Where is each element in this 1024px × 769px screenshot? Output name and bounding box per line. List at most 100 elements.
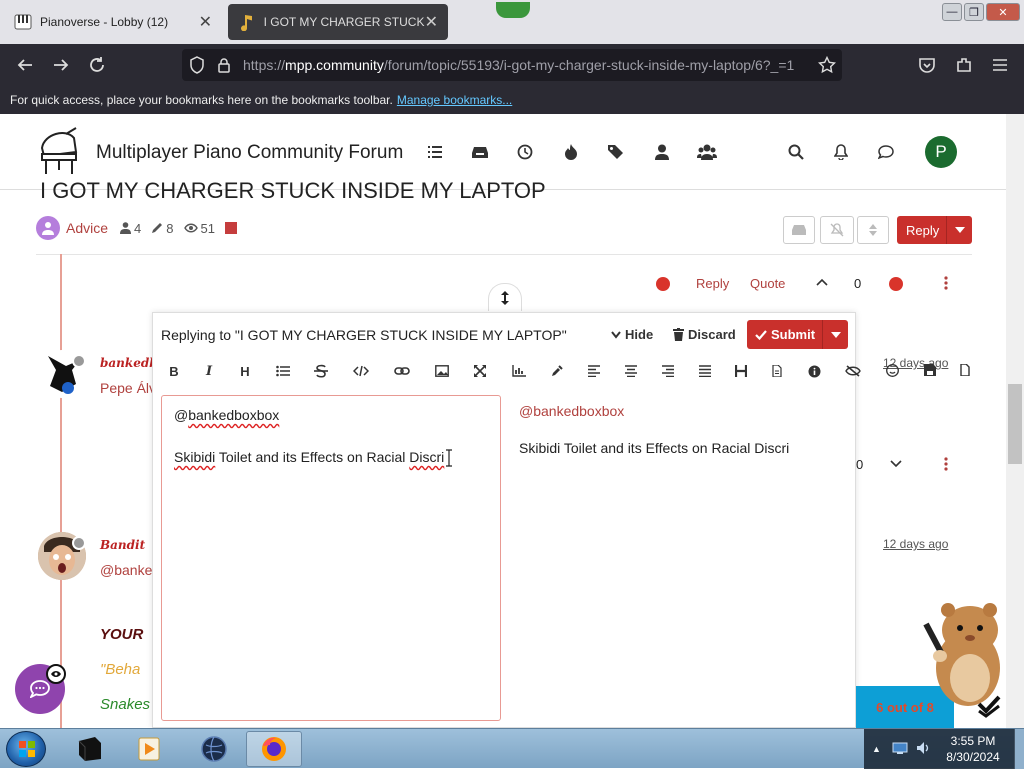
bold-button[interactable]: B: [164, 361, 184, 381]
url-bar[interactable]: https://mpp.community/forum/topic/55193/…: [182, 49, 842, 81]
show-desktop-button[interactable]: [1014, 729, 1024, 769]
link-icon[interactable]: [392, 361, 412, 381]
close-icon[interactable]: ✕: [425, 12, 438, 32]
extensions-icon[interactable]: [951, 52, 977, 78]
italic-button[interactable]: I: [199, 361, 219, 381]
heading-button[interactable]: H: [235, 361, 255, 381]
eyedropper-icon[interactable]: [547, 361, 567, 381]
forward-arrow-icon[interactable]: [48, 52, 74, 78]
media-player-icon[interactable]: [122, 731, 178, 767]
align-right-icon[interactable]: [658, 361, 678, 381]
eye-slash-icon[interactable]: [843, 361, 863, 381]
code-icon[interactable]: [351, 361, 371, 381]
chevron-down-icon[interactable]: [890, 460, 902, 468]
list-icon[interactable]: [425, 142, 445, 162]
post-username[interactable]: Bandit: [100, 538, 145, 552]
document-icon[interactable]: [960, 364, 970, 376]
tab-pianoverse[interactable]: Pianoverse - Lobby (12) ✕: [4, 4, 222, 40]
network-icon[interactable]: [892, 741, 908, 755]
terminal-app-icon[interactable]: [62, 731, 118, 767]
sort-button[interactable]: [857, 216, 889, 244]
editor-line: Skibidi Toilet and its Effects on Racial…: [174, 447, 488, 468]
submit-button[interactable]: Submit: [747, 320, 848, 349]
downvote-icon[interactable]: [889, 277, 903, 291]
close-icon[interactable]: ✕: [199, 12, 212, 32]
system-clock[interactable]: 3:55 PM 8/30/2024: [930, 733, 1016, 765]
menu-icon[interactable]: [987, 52, 1013, 78]
align-left-icon[interactable]: [584, 361, 604, 381]
bell-icon[interactable]: [831, 142, 851, 162]
users-icon[interactable]: [697, 142, 717, 162]
post-username[interactable]: bankedb: [100, 356, 158, 370]
save-icon[interactable]: [924, 364, 936, 376]
fullscreen-icon[interactable]: [470, 361, 490, 381]
firefox-icon[interactable]: [246, 731, 302, 767]
maximize-button[interactable]: ❐: [964, 3, 984, 21]
info-icon[interactable]: [804, 361, 824, 381]
rss-icon[interactable]: [224, 222, 237, 234]
post-time[interactable]: 12 days ago: [883, 537, 948, 551]
chart-icon[interactable]: [509, 361, 529, 381]
lock-icon[interactable]: [217, 57, 231, 73]
chat-icon[interactable]: [876, 142, 896, 162]
post-preview: @banke: [100, 562, 153, 578]
pocket-icon[interactable]: [914, 52, 940, 78]
shield-icon[interactable]: [189, 56, 205, 74]
composer-editor[interactable]: @bankedboxbox Skibidi Toilet and its Eff…: [161, 395, 501, 721]
discard-button[interactable]: Discard: [673, 327, 736, 342]
minimize-button[interactable]: —: [942, 3, 962, 21]
inbox-toggle-button[interactable]: [783, 216, 815, 244]
align-justify-icon[interactable]: [695, 361, 715, 381]
hide-button[interactable]: Hide: [611, 327, 653, 342]
file-icon[interactable]: [767, 361, 787, 381]
quote-link[interactable]: Quote: [750, 276, 785, 291]
clock-time: 3:55 PM: [950, 734, 996, 748]
pianoverse-icon: [14, 13, 32, 31]
smile-icon[interactable]: [886, 364, 899, 377]
eye-icon[interactable]: [46, 664, 66, 684]
check-icon: [755, 329, 767, 340]
views-count: 51: [183, 221, 215, 236]
caret-down-icon[interactable]: [946, 216, 972, 244]
reload-icon[interactable]: [84, 52, 110, 78]
user-icon[interactable]: [652, 142, 672, 162]
site-title[interactable]: Multiplayer Piano Community Forum: [96, 142, 403, 164]
check-icon[interactable]: [976, 694, 1002, 718]
reaction-icon[interactable]: [656, 277, 670, 291]
more-options-icon[interactable]: [944, 457, 948, 471]
tags-icon[interactable]: [606, 142, 626, 162]
tray-expand-icon[interactable]: ▲: [872, 744, 881, 754]
align-center-icon[interactable]: [621, 361, 641, 381]
piano-logo-icon[interactable]: [36, 126, 80, 178]
clock-icon[interactable]: [515, 142, 535, 162]
search-icon[interactable]: [786, 142, 806, 162]
scrollbar-thumb[interactable]: [1008, 384, 1022, 464]
upvote-icon[interactable]: [816, 278, 828, 286]
globe-app-icon[interactable]: [186, 731, 242, 767]
more-options-icon[interactable]: [944, 276, 948, 290]
manage-bookmarks-link[interactable]: Manage bookmarks...: [397, 93, 512, 107]
image-icon[interactable]: [432, 361, 452, 381]
reply-link[interactable]: Reply: [696, 276, 729, 291]
preview-mention[interactable]: @bankedboxbox: [519, 401, 839, 422]
fire-icon[interactable]: [561, 142, 581, 162]
inbox-icon[interactable]: [470, 142, 490, 162]
inbox-icon: [792, 224, 806, 236]
tab-topic[interactable]: I GOT MY CHARGER STUCK INS ✕: [228, 4, 448, 40]
strikethrough-icon[interactable]: [311, 361, 331, 381]
caret-down-icon[interactable]: [822, 320, 848, 349]
user-avatar[interactable]: P: [925, 136, 957, 168]
category-icon[interactable]: [36, 216, 60, 240]
text-cursor-icon: [444, 449, 454, 467]
star-icon[interactable]: [818, 56, 836, 74]
windows-start-icon[interactable]: [6, 731, 46, 767]
topic-reply-button[interactable]: Reply: [897, 216, 972, 244]
category-label[interactable]: Advice: [66, 220, 108, 236]
list-icon[interactable]: [273, 361, 293, 381]
watch-button[interactable]: [820, 216, 854, 244]
close-window-button[interactable]: ✕: [986, 3, 1020, 21]
header-icon[interactable]: [731, 361, 751, 381]
back-arrow-icon[interactable]: [12, 52, 38, 78]
composer-resize-handle[interactable]: [488, 283, 522, 311]
post-text: "Beha: [100, 661, 141, 678]
